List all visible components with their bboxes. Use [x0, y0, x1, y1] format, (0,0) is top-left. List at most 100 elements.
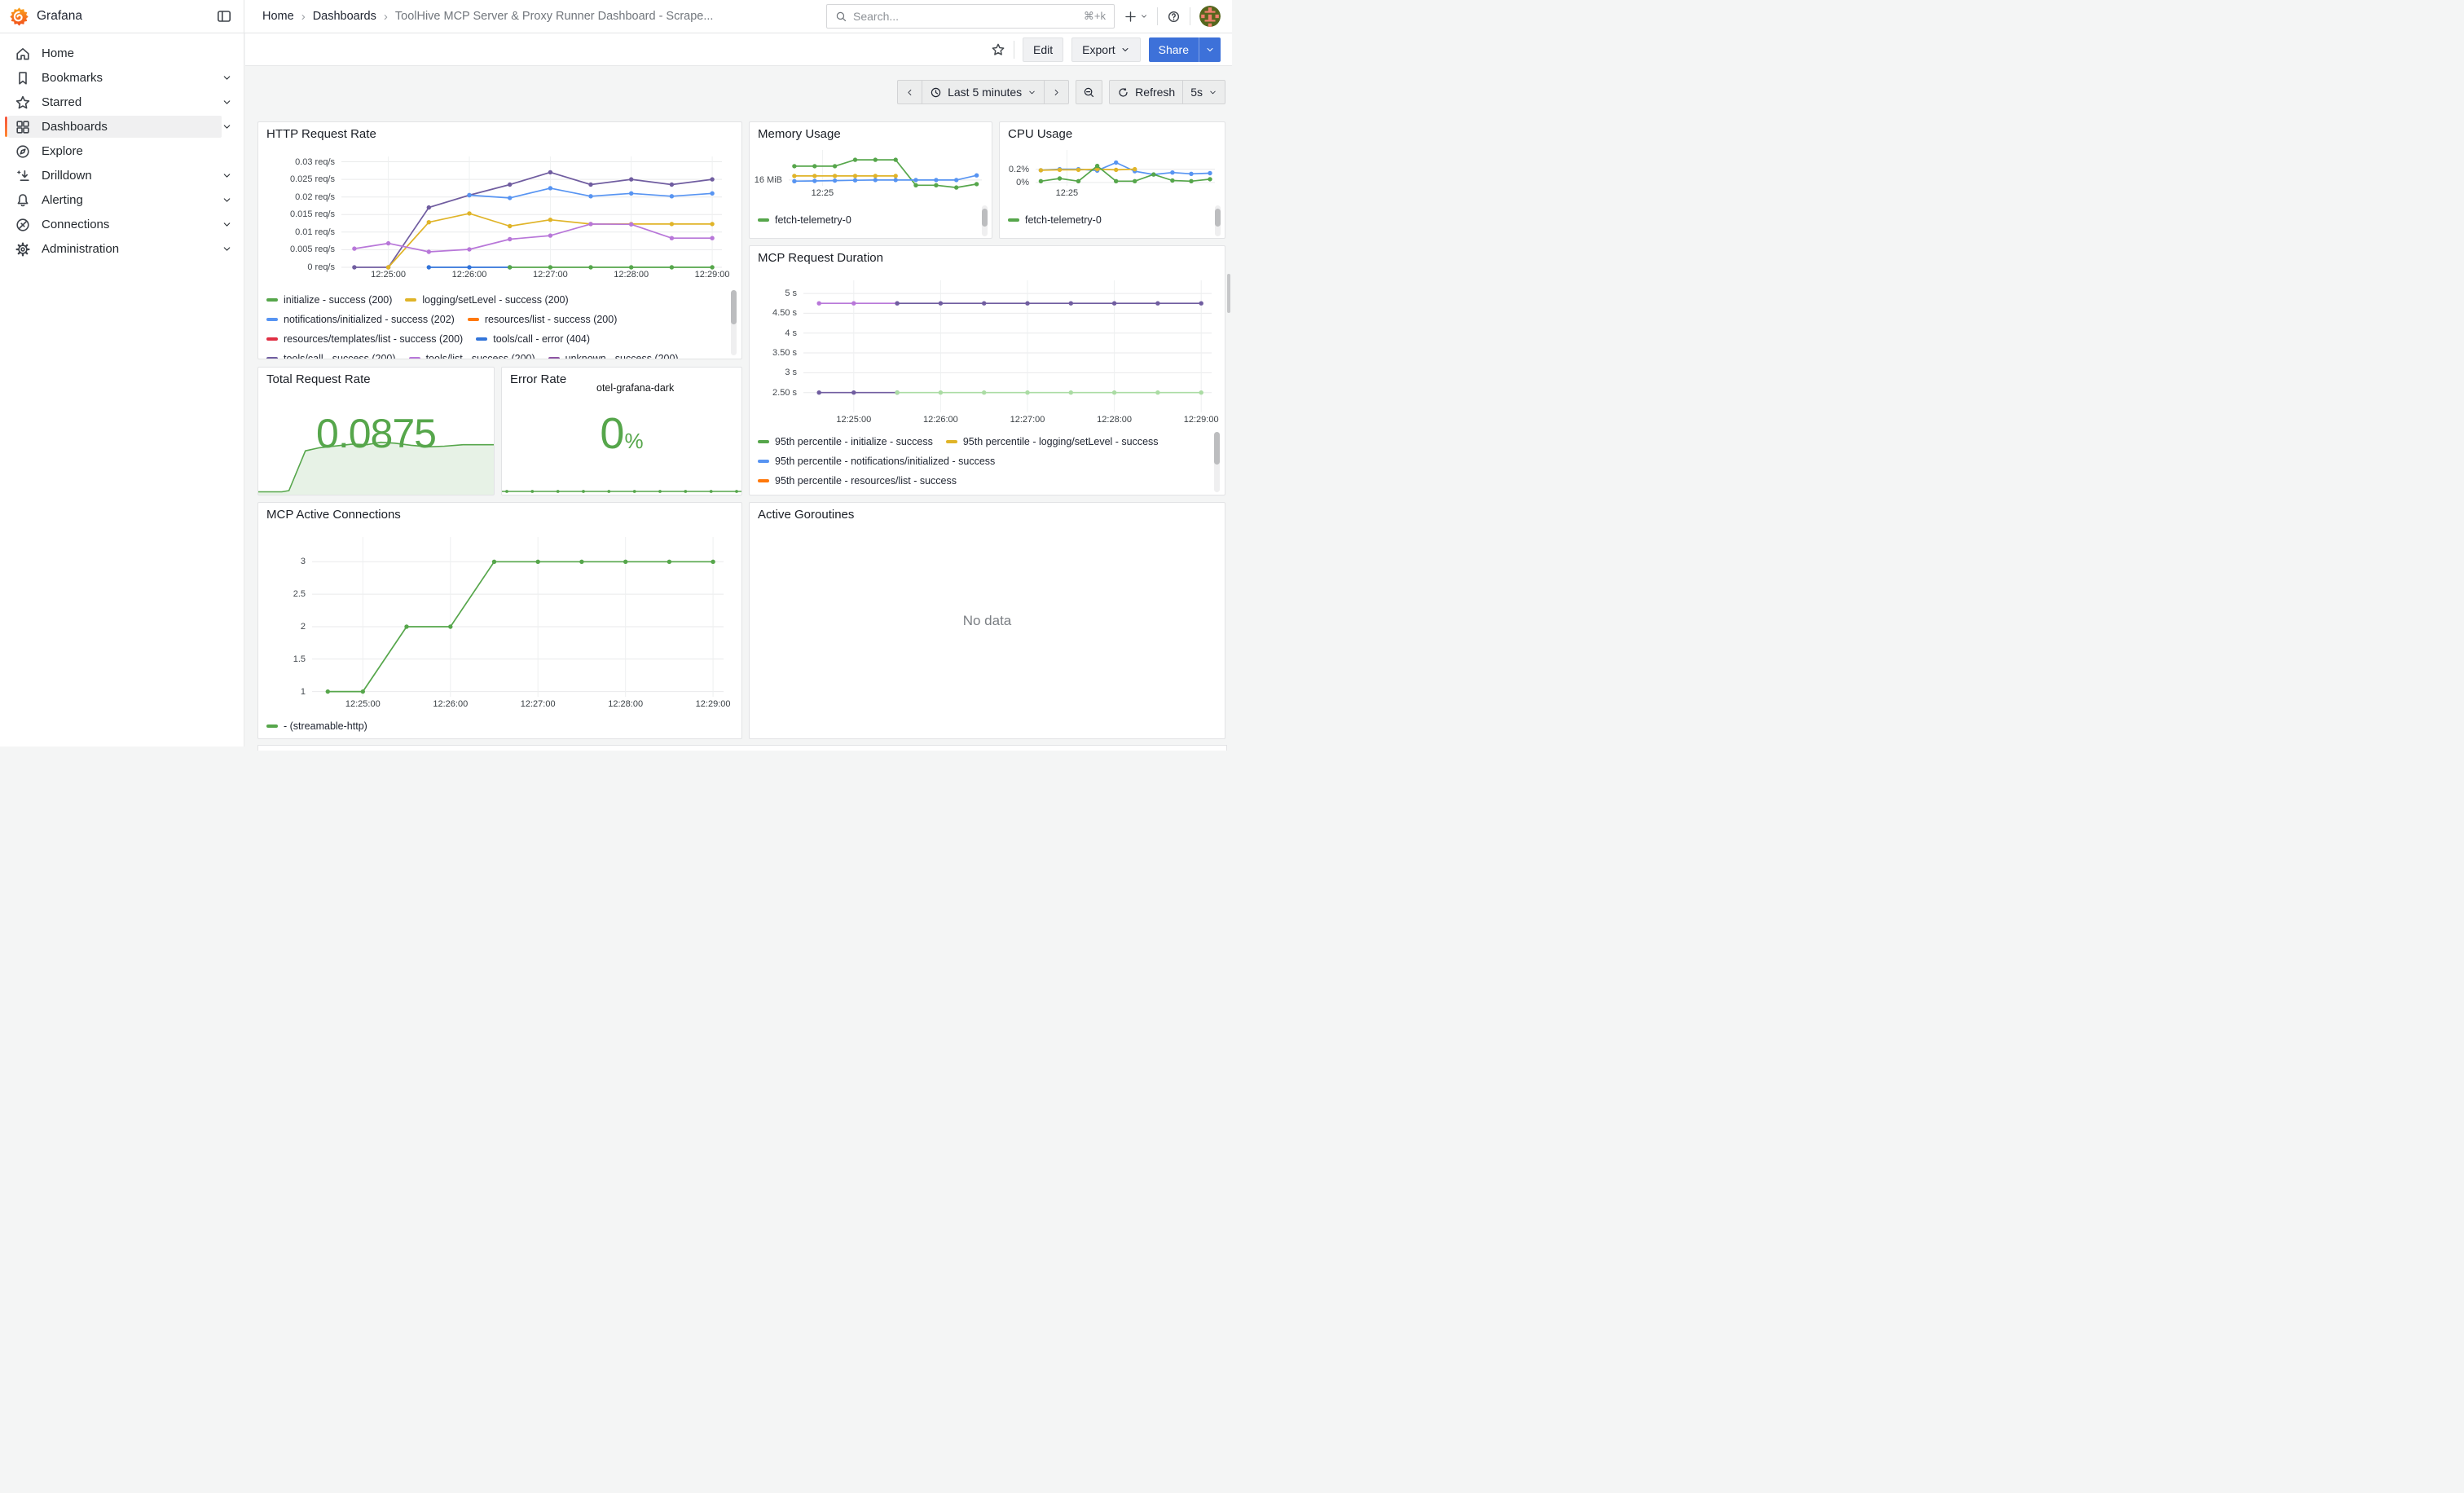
legend-item[interactable]: fetch-telemetry-0 [758, 214, 851, 226]
panel-title[interactable]: Total Request Rate [266, 372, 371, 386]
y-axis-tick: 4.50 s [751, 307, 797, 319]
legend-item[interactable]: logging/setLevel - success (200) [405, 294, 568, 306]
search-input[interactable]: Search... ⌘+k [826, 4, 1115, 29]
breadcrumb-item-1[interactable]: Dashboards [313, 10, 376, 23]
legend-item[interactable]: resources/list - success (200) [468, 314, 618, 325]
drilldown-icon [15, 168, 31, 184]
panel-title[interactable]: MCP Request Duration [758, 251, 883, 265]
time-shift-back-button[interactable] [898, 81, 922, 103]
legend-item[interactable]: 95th percentile - resources/list - succe… [758, 475, 957, 487]
panel-title[interactable]: CPU Usage [1008, 127, 1072, 141]
sidebar-item-link[interactable]: Starred [8, 91, 222, 113]
legend-item[interactable]: initialize - success (200) [266, 294, 392, 306]
refresh-button[interactable]: Refresh [1110, 81, 1182, 103]
mcp-request-duration-chart: 5 s4.50 s4 s3.50 s3 s2.50 s12:25:0012:26… [751, 269, 1221, 429]
legend-scrollbar[interactable] [1214, 432, 1220, 492]
edit-button[interactable]: Edit [1023, 37, 1063, 62]
sidebar-item-link[interactable]: Explore [8, 140, 235, 162]
sidebar-item-home[interactable]: Home [8, 42, 235, 64]
legend-item[interactable]: tools/call - success (200) [266, 353, 396, 359]
legend-item[interactable]: fetch-telemetry-0 [1008, 214, 1102, 226]
legend-item[interactable]: - (streamable-http) [266, 720, 367, 732]
chevron-down-icon[interactable] [222, 195, 232, 205]
sidebar-item-drilldown[interactable]: Drilldown [8, 165, 235, 187]
no-data-message: No data [750, 503, 1225, 738]
legend-item[interactable]: 95th percentile - logging/setLevel - suc… [946, 436, 1159, 447]
sidebar-item-connections[interactable]: Connections [8, 214, 235, 236]
refresh-interval-button[interactable]: 5s [1182, 81, 1225, 103]
sidebar-item-label: Explore [42, 144, 83, 158]
legend-label: tools/call - error (404) [493, 333, 590, 345]
legend-label: fetch-telemetry-0 [1025, 214, 1102, 226]
zoom-out-button[interactable] [1076, 80, 1102, 104]
help-button[interactable] [1167, 10, 1181, 24]
sidebar-toggle-icon[interactable] [216, 8, 232, 24]
chevron-down-icon[interactable] [222, 244, 232, 254]
sidebar-item-explore[interactable]: Explore [8, 140, 235, 162]
time-shift-forward-button[interactable] [1044, 81, 1068, 103]
legend-scrollbar[interactable] [731, 290, 737, 355]
chart-canvas[interactable] [751, 269, 1221, 429]
favorite-star-button[interactable] [991, 42, 1005, 57]
time-range-picker[interactable]: Last 5 minutes [922, 81, 1044, 103]
y-axis-tick: 3.50 s [751, 347, 797, 359]
chevron-down-icon[interactable] [222, 219, 232, 230]
panel-title[interactable]: Memory Usage [758, 127, 841, 141]
sidebar-item-alerting[interactable]: Alerting [8, 189, 235, 211]
legend: 95th percentile - initialize - success 95… [758, 432, 1203, 495]
chevron-down-icon[interactable] [222, 121, 232, 132]
stat-value: 0.0875 [258, 410, 494, 457]
grafana-logo[interactable] [10, 7, 29, 26]
chart-canvas[interactable] [753, 143, 988, 202]
legend-label: - (streamable-http) [284, 720, 367, 732]
share-menu-button[interactable] [1199, 37, 1221, 62]
sidebar-item-starred[interactable]: Starred [8, 91, 235, 113]
legend-item[interactable]: resources/templates/list - success (200) [266, 333, 463, 345]
panel-title[interactable]: MCP Active Connections [266, 508, 401, 522]
chevron-left-icon [905, 88, 914, 97]
legend-item[interactable]: notifications/initialized - success (202… [266, 314, 455, 325]
sidebar-item-dashboards[interactable]: Dashboards [8, 116, 235, 138]
y-axis-tick: 0.01 req/s [260, 227, 335, 238]
sidebar-item-link[interactable]: Alerting [8, 189, 222, 211]
chart-canvas[interactable] [260, 526, 733, 713]
sidebar-item-link[interactable]: Dashboards [8, 116, 222, 138]
legend-item[interactable]: 95th percentile - notifications/initiali… [758, 456, 995, 467]
x-axis-tick: 12:27:00 [522, 270, 578, 280]
sidebar-item-link[interactable]: Connections [8, 214, 222, 236]
legend-swatch [946, 440, 957, 443]
chevron-down-icon[interactable] [222, 73, 232, 83]
chevron-down-icon[interactable] [222, 170, 232, 181]
page-scrollbar[interactable] [1227, 274, 1230, 313]
sidebar-item-administration[interactable]: Administration [8, 238, 235, 260]
panel-cpu-usage: CPU Usage 0.2%0%12:25 fetch-telemetry-0 [999, 121, 1225, 239]
add-button[interactable] [1124, 10, 1148, 24]
share-button[interactable]: Share [1149, 37, 1199, 62]
sidebar-item-link[interactable]: Drilldown [8, 165, 222, 187]
active-indicator [5, 117, 7, 137]
chart-canvas[interactable] [1003, 143, 1221, 202]
sidebar-item-link[interactable]: Administration [8, 238, 222, 260]
panel-title[interactable]: HTTP Request Rate [266, 127, 376, 141]
y-axis-tick: 3 [260, 556, 306, 567]
legend-item[interactable]: tools/call - error (404) [476, 333, 590, 345]
navbar-actions: Search... ⌘+k [826, 4, 1232, 29]
legend-item[interactable]: unknown - success (200) [548, 353, 679, 359]
sidebar-item-link[interactable]: Bookmarks [8, 67, 222, 89]
datasource-overlay-label: otel-grafana-dark [596, 382, 674, 394]
chevron-down-icon[interactable] [222, 97, 232, 108]
stat-value: 0% [502, 408, 741, 459]
breadcrumb-item-0[interactable]: Home [262, 10, 294, 23]
panel-error-rate: Error Rate otel-grafana-dark 0% [501, 367, 742, 495]
legend-scrollbar[interactable] [1215, 205, 1221, 236]
legend-item[interactable]: tools/list - success (200) [409, 353, 535, 359]
y-axis-tick: 0.03 req/s [260, 156, 335, 168]
user-avatar[interactable] [1199, 6, 1221, 27]
legend-item[interactable]: 95th percentile - initialize - success [758, 436, 933, 447]
export-button[interactable]: Export [1071, 37, 1140, 62]
legend-scrollbar[interactable] [982, 205, 988, 236]
sidebar-item-bookmarks[interactable]: Bookmarks [8, 67, 235, 89]
sidebar-item-link[interactable]: Home [8, 42, 235, 64]
breadcrumb: Home›Dashboards›ToolHive MCP Server & Pr… [244, 10, 713, 24]
panel-title[interactable]: Error Rate [510, 372, 566, 386]
